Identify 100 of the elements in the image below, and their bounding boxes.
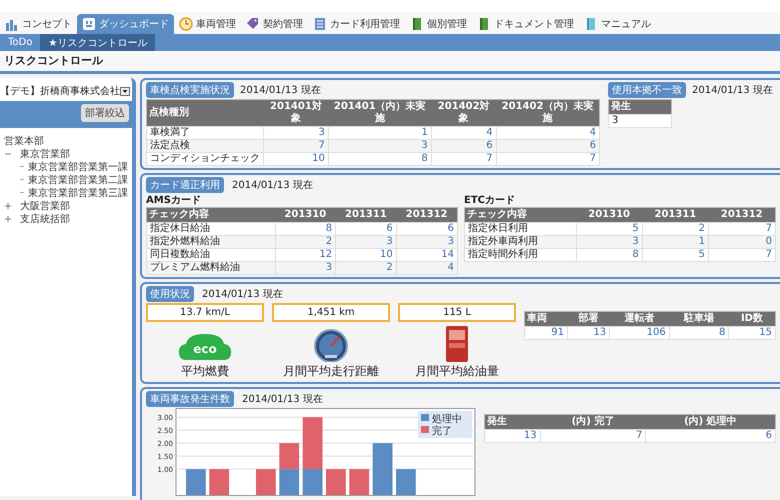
date-text: 2014/01/13 現在 — [240, 84, 321, 96]
column-header: (内) 処理中 — [646, 414, 776, 430]
expander-icon[interactable] — [4, 202, 12, 210]
column-header: 201310 — [275, 208, 336, 222]
number-link[interactable]: 10 — [264, 152, 328, 166]
fuel-pump-icon — [445, 326, 469, 362]
metric-value: 13.7 km/L — [146, 303, 264, 322]
number-link[interactable]: 6 — [336, 222, 396, 236]
number-link[interactable]: 4 — [396, 262, 458, 274]
nav-tab[interactable]: 個別管理 — [405, 14, 472, 34]
legend-label: 処理中 — [432, 413, 462, 425]
table-cell: 指定休日利用 — [464, 222, 576, 236]
number-link[interactable]: 5 — [576, 222, 642, 236]
section-badge: 車両事故発生件数 — [146, 390, 234, 406]
number-link[interactable]: 3 — [328, 140, 432, 152]
number-link[interactable]: 3 — [396, 236, 458, 248]
column-header: チェック内容 — [146, 208, 275, 222]
nav-tab[interactable]: ダッシュボード — [77, 14, 174, 34]
number-link[interactable]: 5 — [642, 248, 708, 262]
number-link[interactable]: 3 — [336, 236, 396, 248]
number-link[interactable]: 7 — [431, 152, 496, 166]
nav-tab[interactable]: カード利用管理 — [308, 14, 405, 34]
column-header: 201311 — [642, 208, 708, 222]
number-link[interactable]: 1 — [328, 126, 432, 140]
number-link[interactable]: 0 — [708, 236, 776, 248]
number-link[interactable]: 4 — [431, 126, 496, 140]
tree-item[interactable]: 東京営業部 — [20, 146, 70, 160]
column-header: 201312 — [396, 208, 458, 222]
sub-tab[interactable]: ★リスクコントロール — [40, 34, 156, 51]
number-link[interactable]: 13 — [484, 430, 540, 442]
number-link[interactable]: 7 — [708, 248, 776, 262]
number-link[interactable]: 8 — [576, 248, 642, 262]
legend-label: 完了 — [432, 425, 452, 437]
bar — [279, 469, 300, 495]
column-header: 201310 — [576, 208, 642, 222]
column-header: 部署 — [567, 312, 610, 326]
filter-button[interactable]: 部署絞込 — [81, 104, 129, 122]
number-link[interactable]: 2 — [275, 236, 336, 248]
date-text: 2014/01/13 現在 — [242, 392, 323, 406]
tree-item[interactable]: 大阪営業部 — [20, 198, 70, 212]
table-title: AMSカード — [146, 194, 202, 207]
bar — [326, 469, 346, 495]
book-icon — [410, 17, 424, 31]
number-link[interactable]: 7 — [264, 140, 328, 152]
column-header: 201401（内）未実施 — [328, 100, 432, 126]
nav-tab[interactable]: マニュアル — [579, 14, 656, 34]
section-badge: 車検点検実施状況 — [146, 82, 234, 98]
bar — [372, 443, 392, 495]
metric-label: 月間平均走行距離 — [283, 363, 379, 380]
bar — [186, 469, 206, 495]
table-cell: 指定外車両利用 — [464, 236, 576, 248]
number-link[interactable]: 3 — [576, 236, 642, 248]
bar — [396, 469, 416, 495]
column-header: 発生 — [484, 414, 540, 430]
page-title: リスクコントロール — [0, 51, 780, 74]
expander-icon[interactable] — [4, 214, 12, 222]
column-header: 発生 — [608, 100, 672, 114]
nav-tab[interactable]: 車両管理 — [174, 14, 241, 34]
metric-value: 115 L — [398, 303, 516, 322]
nav-tab[interactable]: ドキュメント管理 — [472, 14, 579, 34]
tree-item[interactable]: 支店統括部 — [20, 212, 70, 226]
number-link[interactable]: 2 — [336, 262, 396, 274]
number-link[interactable]: 3 — [264, 126, 328, 140]
tree-item[interactable]: 東京営業部営業第三課 — [28, 186, 128, 200]
speedometer-icon — [311, 328, 351, 362]
number-link[interactable]: 13 — [567, 326, 610, 340]
tree-item[interactable]: 東京営業部営業第一課 — [28, 160, 128, 174]
bar — [279, 443, 300, 469]
number-link[interactable]: 2 — [642, 222, 708, 236]
sub-tab[interactable]: ToDo — [0, 34, 40, 51]
dropdown-caret-icon — [120, 86, 130, 96]
number-link[interactable]: 91 — [524, 326, 568, 340]
nav-tab[interactable]: 契約管理 — [241, 14, 308, 34]
number-link[interactable]: 8 — [328, 152, 432, 166]
column-header: 点検種別 — [146, 100, 264, 126]
tree-item[interactable]: 東京営業部営業第二課 — [28, 172, 128, 186]
nav-tab[interactable]: コンセプト — [0, 14, 77, 34]
number-link[interactable]: 8 — [669, 326, 729, 340]
number-link[interactable]: 1 — [642, 236, 708, 248]
number-link[interactable]: 4 — [496, 126, 600, 140]
number-link[interactable]: 7 — [708, 222, 776, 236]
table-cell: 指定休日給油 — [146, 222, 275, 236]
number-link[interactable]: 8 — [275, 222, 336, 236]
number-link[interactable]: 6 — [431, 140, 496, 152]
number-link[interactable]: 7 — [540, 430, 646, 442]
number-link[interactable]: 3 — [275, 262, 336, 274]
number-link[interactable]: 6 — [646, 430, 776, 442]
section-badge: 使用本拠不一致 — [608, 82, 686, 98]
table-cell: 3 — [608, 114, 672, 128]
section-badge: カード適正利用 — [146, 176, 224, 192]
book-icon — [584, 17, 598, 31]
table-cell: コンディションチェック — [146, 152, 264, 166]
number-link[interactable]: 6 — [396, 222, 458, 236]
tree-item[interactable]: 営業本部 — [4, 134, 44, 148]
table-cell: 法定点検 — [146, 140, 264, 152]
number-link[interactable]: 6 — [496, 140, 600, 152]
number-link[interactable]: 15 — [728, 326, 776, 340]
number-link[interactable]: 106 — [610, 326, 670, 340]
table-cell: プレミアム燃料給油 — [146, 262, 275, 274]
number-link[interactable]: 7 — [496, 152, 600, 166]
